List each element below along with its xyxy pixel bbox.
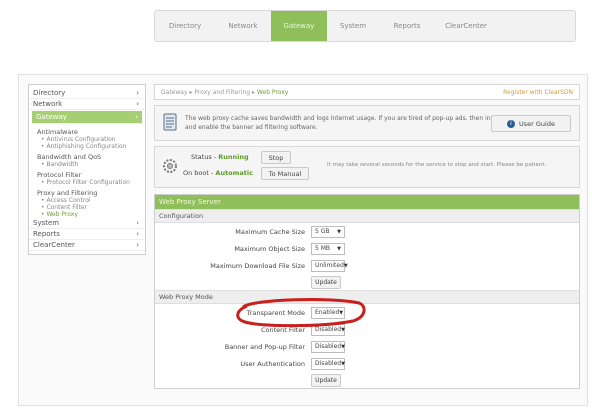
section-configuration: Configuration xyxy=(155,209,579,223)
sidebar-item-gateway[interactable]: Gateway › xyxy=(32,111,142,124)
info-panel: The web proxy cache saves bandwidth and … xyxy=(154,105,580,141)
row-transparent-mode: Transparent Mode Enabled ▼ xyxy=(155,298,579,328)
gear-icon xyxy=(161,157,179,177)
info-text: The web proxy cache saves bandwidth and … xyxy=(185,115,504,131)
row-max-cache: Maximum Cache Size 5 GB ▼ xyxy=(155,223,579,240)
update-button[interactable]: Update xyxy=(311,275,341,289)
sidebar-link-access-control[interactable]: • Access Control xyxy=(29,197,145,204)
select-value: Unlimited xyxy=(315,262,344,269)
sidebar-item-directory[interactable]: Directory › xyxy=(29,88,145,99)
web-proxy-server-panel: Web Proxy Server Configuration Maximum C… xyxy=(154,194,580,389)
row-content-filter: Content Filter Disabled ▼ xyxy=(155,321,579,338)
breadcrumb: Gateway ▸ Proxy and Filtering ▸ Web Prox… xyxy=(154,84,580,100)
service-status-panel: Status - Running Stop On boot - Automati… xyxy=(154,146,580,188)
sidebar-item-label: Reports xyxy=(33,230,60,238)
main-content: Gateway ▸ Proxy and Filtering ▸ Web Prox… xyxy=(154,84,580,389)
max-download-label: Maximum Download File Size xyxy=(210,261,305,270)
sidebar-item-clearcenter[interactable]: ClearCenter › xyxy=(29,240,145,251)
register-link[interactable]: Register with ClearSDN xyxy=(503,89,573,96)
highlight-circle xyxy=(233,297,367,329)
sidebar-link-bandwidth[interactable]: • Bandwidth xyxy=(29,161,145,168)
sidebar-item-label: ClearCenter xyxy=(33,241,75,249)
onboot-label: On boot - xyxy=(183,169,214,177)
update-row: Update xyxy=(155,274,579,290)
sidebar-heading-antimalware: Antimalware xyxy=(37,128,78,136)
tab-gateway[interactable]: Gateway xyxy=(271,11,327,41)
update-button[interactable]: Update xyxy=(311,373,341,387)
sidebar-item-label: Gateway xyxy=(36,113,67,121)
max-object-label: Maximum Object Size xyxy=(234,244,305,253)
banner-filter-select[interactable]: Disabled ▼ xyxy=(311,340,345,353)
stop-button[interactable]: Stop xyxy=(261,151,291,164)
status-line: Status - Running xyxy=(191,153,249,161)
sidebar-item-system[interactable]: System › xyxy=(29,218,145,229)
user-guide-button[interactable]: i User Guide xyxy=(491,115,571,132)
to-manual-button[interactable]: To Manual xyxy=(261,167,309,180)
chevron-down-icon: ▼ xyxy=(343,262,348,269)
user-guide-label: User Guide xyxy=(519,119,555,128)
sidebar-link-web-proxy[interactable]: • Web Proxy xyxy=(29,211,145,218)
breadcrumb-separator: ▸ xyxy=(189,88,193,96)
select-value: 5 GB xyxy=(315,228,330,235)
info-icon xyxy=(163,113,177,133)
row-user-auth: User Authentication Disabled ▼ xyxy=(155,355,579,372)
sidebar-item-label: Directory xyxy=(33,89,66,97)
chevron-down-icon: ▼ xyxy=(341,343,345,350)
chevron-right-icon: › xyxy=(136,219,139,227)
onboot-value: Automatic xyxy=(215,169,253,177)
select-value: Disabled xyxy=(315,360,342,367)
status-label: Status - xyxy=(191,153,217,161)
select-value: Disabled xyxy=(315,343,342,350)
sidebar-item-label: System xyxy=(33,219,60,227)
sidebar-item-reports[interactable]: Reports › xyxy=(29,229,145,240)
max-download-select[interactable]: Unlimited ▼ xyxy=(311,259,348,272)
chevron-right-icon: › xyxy=(136,100,139,108)
onboot-line: On boot - Automatic xyxy=(183,169,253,177)
sidebar-heading-bandwidth: Bandwidth and QoS xyxy=(37,153,102,161)
panel-title: Web Proxy Server xyxy=(155,195,579,209)
sidebar-link-antiphishing[interactable]: • Antiphishing Configuration xyxy=(29,143,145,150)
chevron-down-icon: ▼ xyxy=(337,245,341,252)
banner-filter-label: Banner and Pop-up Filter xyxy=(224,342,305,351)
row-max-download: Maximum Download File Size Unlimited ▼ xyxy=(155,257,579,274)
status-note: It may take several seconds for the serv… xyxy=(327,162,547,168)
sidebar-item-label: Network xyxy=(33,100,63,108)
sidebar-heading-proxy-filtering: Proxy and Filtering xyxy=(37,189,98,197)
tab-system[interactable]: System xyxy=(327,11,379,41)
chevron-down-icon: ▼ xyxy=(341,360,345,367)
chevron-right-icon: › xyxy=(136,89,139,97)
status-value: Running xyxy=(218,153,249,161)
top-navigation: Directory Network Gateway System Reports… xyxy=(154,10,576,42)
breadcrumb-current: Web Proxy xyxy=(256,88,289,96)
row-max-object: Maximum Object Size 5 MB ▼ xyxy=(155,240,579,257)
select-value: 5 MB xyxy=(315,245,331,252)
user-auth-label: User Authentication xyxy=(240,359,305,368)
tab-reports[interactable]: Reports xyxy=(379,11,435,41)
max-object-select[interactable]: 5 MB ▼ xyxy=(311,242,345,255)
max-cache-select[interactable]: 5 GB ▼ xyxy=(311,225,345,238)
row-banner-filter: Banner and Pop-up Filter Disabled ▼ xyxy=(155,338,579,355)
sidebar-link-antivirus[interactable]: • Antivirus Configuration xyxy=(29,136,145,143)
sidebar-link-protocol-filter[interactable]: • Protocol Filter Configuration xyxy=(29,179,145,186)
chevron-down-icon: ▼ xyxy=(337,228,341,235)
section-proxy-mode: Web Proxy Mode xyxy=(155,290,579,304)
breadcrumb-proxy-filtering[interactable]: Proxy and Filtering xyxy=(194,89,250,96)
sidebar-link-content-filter[interactable]: • Content Filter xyxy=(29,204,145,211)
max-cache-label: Maximum Cache Size xyxy=(235,227,305,236)
breadcrumb-gateway[interactable]: Gateway xyxy=(161,89,188,96)
chevron-right-icon: › xyxy=(135,113,138,121)
help-icon: i xyxy=(507,119,515,128)
chevron-right-icon: › xyxy=(136,241,139,249)
tab-network[interactable]: Network xyxy=(215,11,271,41)
chevron-right-icon: › xyxy=(136,230,139,238)
breadcrumb-separator: ▸ xyxy=(251,88,255,96)
sidebar-heading-protocol-filter: Protocol Filter xyxy=(37,171,82,179)
sidebar-item-network[interactable]: Network › xyxy=(29,99,145,110)
tab-clearcenter[interactable]: ClearCenter xyxy=(435,11,497,41)
user-auth-select[interactable]: Disabled ▼ xyxy=(311,357,345,370)
sidebar: Directory › Network › Gateway › Antimalware… xyxy=(28,84,146,255)
update-row: Update xyxy=(155,372,579,388)
tab-directory[interactable]: Directory xyxy=(155,11,215,41)
